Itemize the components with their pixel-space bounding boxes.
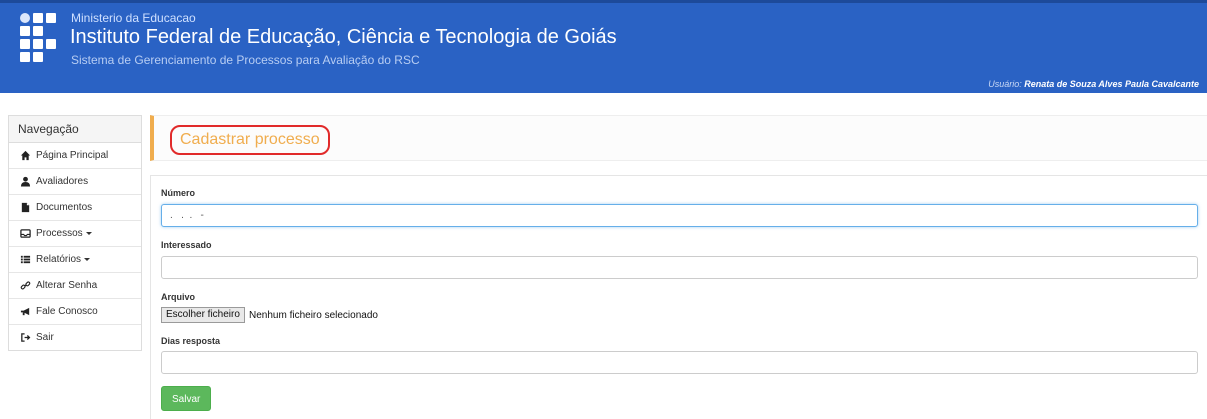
sidebar-item-sair[interactable]: Sair (9, 325, 141, 350)
page-title-panel: Cadastrar processo (150, 115, 1207, 161)
page-title: Cadastrar processo (170, 125, 330, 155)
sidebar-item-label: Relatórios (36, 254, 82, 265)
sidebar-item-relatorios[interactable]: Relatórios (9, 247, 141, 273)
choose-file-button[interactable]: Escolher ficheiro (161, 307, 245, 323)
link-icon (19, 280, 31, 292)
sidebar-item-label: Documentos (36, 202, 93, 213)
system-name: Sistema de Gerenciamento de Processos pa… (71, 53, 420, 67)
sidebar-item-label: Processos (36, 228, 83, 239)
arquivo-label: Arquivo (161, 292, 196, 302)
sidebar-item-label: Avaliadores (36, 176, 89, 187)
file-status-text: Nenhum ficheiro selecionado (249, 310, 378, 321)
if-logo-icon (20, 13, 56, 71)
user-label: Usuário: (988, 79, 1022, 89)
user-info: Usuário: Renata de Souza Alves Paula Cav… (988, 79, 1199, 89)
numero-label: Número (161, 188, 196, 198)
sidebar-item-pagina-principal[interactable]: Página Principal (9, 143, 141, 169)
interessado-label: Interessado (161, 240, 212, 250)
interessado-field[interactable] (161, 256, 1198, 279)
header-bar: Ministerio da Educacao Instituto Federal… (0, 0, 1207, 93)
sidebar-item-avaliadores[interactable]: Avaliadores (9, 169, 141, 195)
sidebar-item-fale-conosco[interactable]: Fale Conosco (9, 299, 141, 325)
sidebar-item-label: Alterar Senha (36, 280, 98, 291)
user-name: Renata de Souza Alves Paula Cavalcante (1024, 79, 1199, 89)
logout-icon (19, 332, 31, 344)
inbox-icon (19, 228, 31, 240)
sidebar-nav: Navegação Página Principal Avaliadores D… (8, 115, 142, 351)
file-icon (19, 202, 31, 214)
sidebar-item-label: Fale Conosco (36, 306, 98, 317)
numero-field[interactable] (161, 204, 1198, 227)
chevron-down-icon (85, 232, 92, 235)
dias-resposta-field[interactable] (161, 351, 1198, 374)
sidebar-item-processos[interactable]: Processos (9, 221, 141, 247)
sidebar-item-label: Página Principal (36, 150, 109, 161)
home-icon (19, 150, 31, 162)
sidebar-item-documentos[interactable]: Documentos (9, 195, 141, 221)
save-button[interactable]: Salvar (161, 386, 212, 411)
sidebar-item-alterar-senha[interactable]: Alterar Senha (9, 273, 141, 299)
user-icon (19, 176, 31, 188)
institute-name: Instituto Federal de Educação, Ciência e… (70, 26, 617, 48)
dias-resposta-label: Dias resposta (161, 336, 221, 346)
list-icon (19, 254, 31, 266)
ministry-name: Ministerio da Educacao (71, 11, 196, 25)
sidebar-item-label: Sair (36, 332, 54, 343)
sidebar-title: Navegação (9, 116, 141, 143)
chevron-down-icon (84, 258, 91, 261)
megaphone-icon (19, 306, 31, 318)
